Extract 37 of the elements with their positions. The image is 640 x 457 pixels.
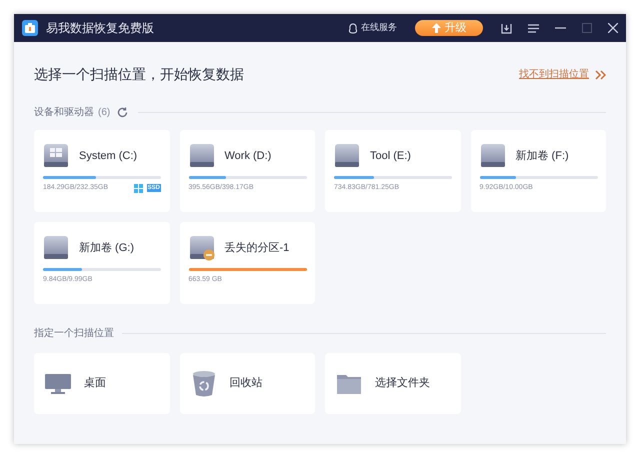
upload-arrow-icon: [432, 23, 440, 33]
drive-name: 新加卷 (G:): [79, 240, 134, 256]
refresh-icon[interactable]: [117, 107, 128, 118]
location-card[interactable]: 选择文件夹: [325, 353, 460, 414]
online-service-button[interactable]: 在线服务: [348, 21, 397, 35]
location-name: 桌面: [84, 376, 106, 392]
drive-count: (6): [98, 106, 110, 120]
close-icon[interactable]: [608, 23, 618, 33]
windows-drive-icon: [43, 143, 69, 169]
section-title: 设备和驱动器: [34, 106, 94, 120]
double-chevron-icon: [595, 70, 606, 80]
drive-name: Tool (E:): [370, 148, 411, 164]
minimize-icon[interactable]: [555, 27, 566, 29]
drive-name: Work (D:): [224, 148, 272, 164]
drive-icon: [334, 143, 360, 169]
drive-name: System (C:): [79, 148, 138, 164]
drive-name: 丢失的分区-1: [224, 240, 290, 256]
window-title: 易我数据恢复免费版: [46, 20, 154, 37]
recycle-bin-icon: [192, 370, 216, 398]
drive-icon: [480, 143, 506, 169]
section-title: 指定一个扫描位置: [34, 326, 114, 341]
folder-icon: [336, 372, 362, 394]
download-icon[interactable]: [501, 22, 512, 34]
menu-icon[interactable]: [528, 24, 539, 32]
drive-name: 新加卷 (F:): [516, 148, 569, 164]
app-logo-icon: [22, 20, 38, 36]
drive-icon: [188, 143, 214, 169]
windows-icon: [134, 184, 143, 193]
location-name: 选择文件夹: [375, 376, 430, 392]
location-name: 回收站: [230, 376, 262, 392]
page-heading: 选择一个扫描位置，开始恢复数据: [34, 65, 244, 84]
location-card[interactable]: 桌面: [34, 353, 170, 414]
lost-drive-icon: [188, 235, 214, 261]
monitor-icon: [44, 372, 72, 396]
location-card[interactable]: 回收站: [180, 353, 315, 414]
headset-icon: [348, 22, 358, 34]
drive-icon: [43, 235, 69, 261]
